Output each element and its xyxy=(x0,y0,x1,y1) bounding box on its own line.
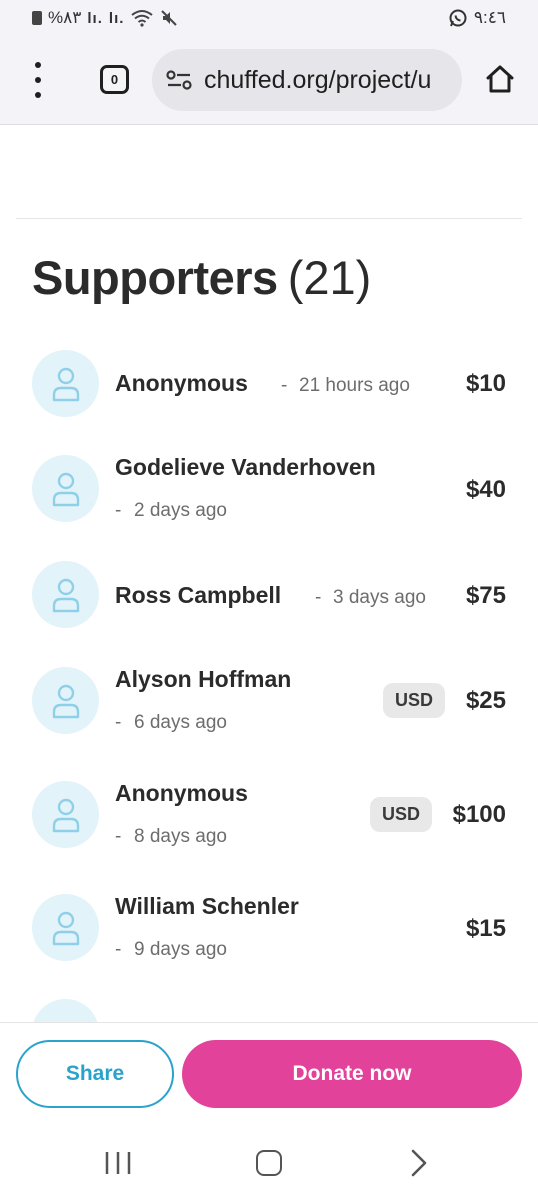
supporters-count: (21) xyxy=(287,251,372,304)
donation-amount: $40 xyxy=(465,476,506,503)
supporter-time: 9 days ago xyxy=(134,939,227,960)
supporter-row: Ross Campbell - 3 days ago $75 xyxy=(0,546,538,646)
donate-now-button[interactable]: Donate now xyxy=(182,1040,522,1108)
supporters-heading: Supporters (21) xyxy=(32,250,371,305)
home-icon[interactable] xyxy=(484,63,516,95)
avatar xyxy=(32,781,99,848)
time-separator: - xyxy=(315,587,322,608)
user-icon xyxy=(52,578,79,612)
supporter-time: 8 days ago xyxy=(134,826,227,847)
time-separator: - xyxy=(281,375,288,396)
user-icon xyxy=(52,684,79,718)
donation-amount: $15 xyxy=(465,915,506,942)
time-separator: - xyxy=(115,939,122,960)
supporter-row: Anonymous - 21 hours ago $10 xyxy=(0,335,538,435)
wifi-icon xyxy=(131,10,154,27)
share-button[interactable]: Share xyxy=(16,1040,174,1108)
donation-amount: $75 xyxy=(465,582,506,609)
supporter-name: Alyson Hoffman xyxy=(115,666,292,692)
system-nav-bar xyxy=(0,1128,538,1199)
user-icon xyxy=(52,911,79,945)
whatsapp-icon xyxy=(449,9,467,27)
status-right: ٩:٤٦ xyxy=(448,8,506,28)
user-icon xyxy=(52,367,79,401)
time-separator: - xyxy=(115,500,122,521)
supporter-name: Ross Campbell xyxy=(115,582,282,608)
donation-amount: $25 xyxy=(465,687,506,714)
system-home-icon[interactable] xyxy=(256,1150,282,1176)
menu-dot xyxy=(35,62,41,68)
signal-icon-1: lı. xyxy=(87,9,103,27)
avatar xyxy=(32,894,99,961)
avatar xyxy=(32,455,99,522)
avatar xyxy=(32,667,99,734)
browser-toolbar: 0 chuffed.org/project/u xyxy=(0,36,538,125)
time-separator: - xyxy=(115,712,122,733)
currency-badge: USD xyxy=(383,683,446,718)
supporter-row: Anonymous - 8 days ago USD $100 xyxy=(0,766,538,866)
menu-dot xyxy=(35,92,41,98)
supporter-name: William Schenler xyxy=(115,893,299,919)
recent-apps-icon[interactable] xyxy=(104,1150,132,1176)
clock: ٩:٤٦ xyxy=(473,8,506,27)
currency-badge: USD xyxy=(370,797,433,832)
battery-icon xyxy=(32,11,42,25)
tab-count: 0 xyxy=(110,72,119,87)
status-bar: %٨٣ lı. lı. ٩:٤٦ xyxy=(0,0,538,36)
back-icon[interactable] xyxy=(408,1148,430,1178)
supporter-time: 3 days ago xyxy=(333,587,426,608)
supporters-title: Supporters xyxy=(32,251,278,304)
signal-icon-2: lı. xyxy=(108,9,125,27)
url-text: chuffed.org/project/u xyxy=(204,65,432,94)
supporter-time: 6 days ago xyxy=(134,712,227,733)
supporter-name: Anonymous xyxy=(115,370,248,396)
supporter-row: William Schenler - 9 days ago $15 xyxy=(0,879,538,979)
status-left: %٨٣ lı. lı. xyxy=(32,8,178,28)
supporter-row: Godelieve Vanderhoven - 2 days ago $40 xyxy=(0,440,538,540)
supporter-name: Godelieve Vanderhoven xyxy=(115,454,376,480)
supporter-name: Anonymous xyxy=(115,780,248,806)
tabs-icon[interactable]: 0 xyxy=(100,65,129,94)
mute-icon xyxy=(161,10,178,26)
action-bar: Share Donate now xyxy=(0,1022,538,1128)
menu-dots-icon[interactable] xyxy=(30,62,46,98)
section-divider xyxy=(16,218,522,219)
page: %٨٣ lı. lı. ٩:٤٦ 0 chuffed.org/project/u… xyxy=(0,0,538,1199)
supporter-time: 2 days ago xyxy=(134,500,227,521)
user-icon xyxy=(52,472,79,506)
supporter-row: Alyson Hoffman - 6 days ago USD $25 xyxy=(0,652,538,752)
address-bar[interactable]: chuffed.org/project/u xyxy=(152,49,462,111)
donation-amount: $10 xyxy=(465,370,506,397)
battery-level: %٨٣ xyxy=(48,8,82,27)
avatar xyxy=(32,350,99,417)
time-separator: - xyxy=(115,826,122,847)
supporter-time: 21 hours ago xyxy=(299,375,410,396)
donation-amount: $100 xyxy=(452,801,506,828)
site-settings-icon[interactable] xyxy=(166,69,192,91)
user-icon xyxy=(52,798,79,832)
avatar xyxy=(32,561,99,628)
menu-dot xyxy=(35,77,41,83)
